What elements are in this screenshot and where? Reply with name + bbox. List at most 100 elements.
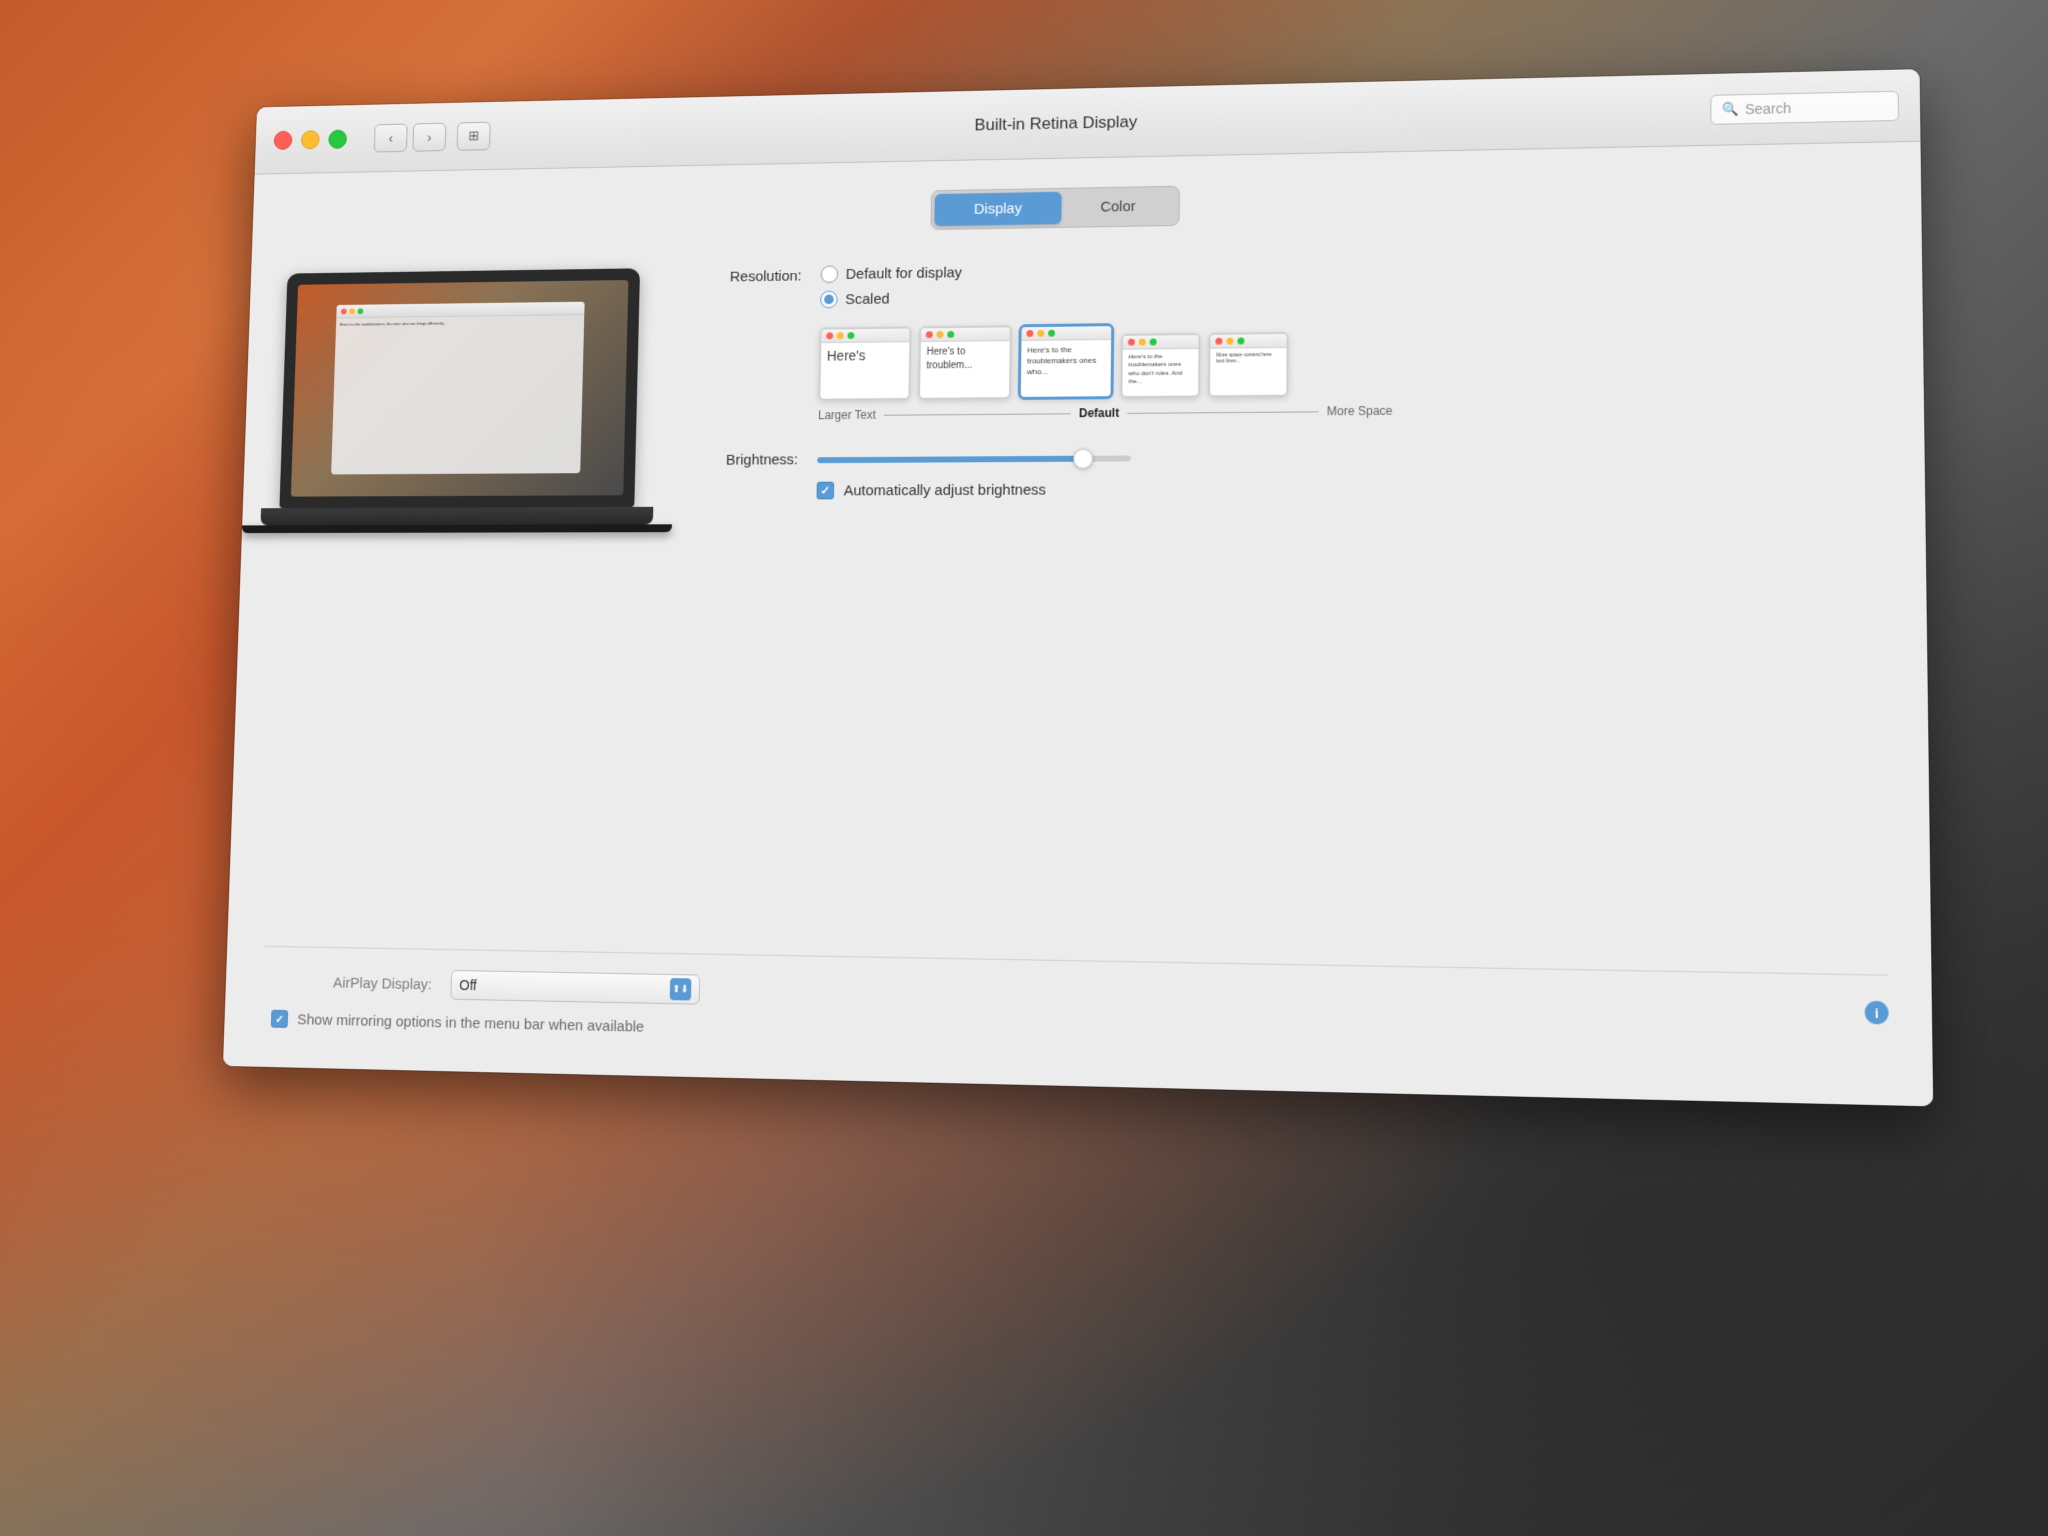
screen-bg: Here's to the troublemakers, the ones wh… [291,280,629,496]
scale-thumb-larger[interactable]: Here's [818,327,911,401]
laptop-foot [242,524,672,533]
thumb-dot-g5 [1237,337,1244,344]
scale-item-larger[interactable]: Here's [818,327,911,401]
radio-scaled[interactable]: Scaled [820,289,962,308]
traffic-lights [274,129,347,149]
search-box[interactable]: 🔍 Search [1710,90,1899,124]
laptop-base [260,506,653,525]
scale-item-medium[interactable]: Here's to troublem... [918,325,1012,399]
info-icon[interactable]: i [1865,1001,1889,1025]
scale-thumb-smaller1[interactable]: Here's to the troublemakers ones who don… [1120,333,1200,398]
connector-line-right [1127,411,1319,413]
radio-default[interactable]: Default for display [821,264,962,284]
minimize-button[interactable] [301,130,320,149]
scale-item-smaller1[interactable]: Here's to the troublemakers ones who don… [1120,333,1200,398]
radio-circle-scaled[interactable] [820,291,838,309]
search-placeholder: Search [1745,100,1791,117]
tab-group: Display Color [931,186,1179,230]
brightness-label: Brightness: [692,452,798,469]
mirroring-checkbox[interactable]: ✓ [271,1010,288,1028]
radio-label-scaled: Scaled [845,290,890,307]
thumb-dot-g4 [1150,338,1157,345]
mini-maximize [357,308,363,314]
thumb-content-smaller1: Here's to the troublemakers ones who don… [1122,349,1198,391]
bottom-section: AirPlay Display: Off ⬆⬇ i ✓ Show mirrori… [261,946,1889,1074]
thumb-dot-r4 [1128,339,1135,346]
scale-labels-row: Larger Text Default More Space [818,404,1393,422]
brightness-row: Brightness: [692,445,1882,469]
radio-inner [824,295,834,305]
thumb-dot-r [826,332,833,339]
brightness-thumb[interactable] [1073,448,1093,468]
settings-panel: Resolution: Default for display [692,250,1883,500]
resolution-section: Resolution: Default for display [693,250,1881,423]
forward-button[interactable]: › [412,122,446,151]
connector-line-left [884,413,1071,415]
airplay-label: AirPlay Display: [263,973,432,993]
thumb-dot-g2 [947,331,954,338]
tab-display[interactable]: Display [935,192,1061,226]
maximize-button[interactable] [328,129,347,148]
thumb-bar-larger [821,329,909,344]
laptop-preview: Here's to the troublemakers, the ones wh… [279,268,640,532]
thumb-dot-r3 [1026,330,1033,337]
nav-buttons: ‹ › ⊞ [374,121,491,152]
scale-thumb-smaller2[interactable]: More space content here text lines... [1208,332,1289,397]
tab-bar: Display Color [289,173,1879,241]
thumb-dot-y [837,332,844,339]
label-more-space: More Space [1327,404,1393,419]
search-icon: 🔍 [1722,101,1739,117]
thumb-content-default: Here's to the troublemakers ones who... [1021,340,1111,382]
content-area: Display Color [223,142,1933,1107]
thumb-dot-y5 [1226,338,1233,345]
thumb-bar-default [1021,326,1111,341]
radio-circle-default[interactable] [821,265,839,283]
window-title: Built-in Retina Display [974,112,1137,135]
scale-thumb-default[interactable]: Here's to the troublemakers ones who... [1019,324,1113,399]
thumb-dot-r2 [926,331,933,338]
thumb-content-larger: Here's [821,342,909,370]
back-button[interactable]: ‹ [374,123,408,152]
auto-brightness-checkbox[interactable]: ✓ [816,482,834,500]
dropdown-arrow-icon: ⬆⬇ [670,978,692,1000]
close-button[interactable] [274,130,293,149]
auto-brightness-label: Automatically adjust brightness [844,481,1046,499]
thumb-dot-r5 [1215,338,1222,345]
tab-color[interactable]: Color [1061,190,1176,224]
thumb-dot-y4 [1139,339,1146,346]
scale-item-smaller2[interactable]: More space content here text lines... [1208,332,1289,397]
settings-window: ‹ › ⊞ Built-in Retina Display 🔍 Search D… [223,69,1933,1106]
label-larger-text: Larger Text [818,408,876,422]
scale-item-default[interactable]: Here's to the troublemakers ones who... [1019,324,1113,399]
radio-label-default: Default for display [846,264,962,282]
radio-options: Default for display Scaled [820,264,962,309]
grid-button[interactable]: ⊞ [457,121,491,150]
brightness-slider[interactable] [817,455,1131,463]
thumb-dot-g3 [1048,330,1055,337]
brightness-section: Brightness: ✓ Automatically adjust brigh… [692,445,1883,500]
scale-thumb-medium[interactable]: Here's to troublem... [918,325,1012,399]
resolution-label: Resolution: [696,266,801,286]
thumb-content-smaller2: More space content here text lines... [1210,348,1286,369]
thumb-dot-y3 [1037,330,1044,337]
thumb-dot-g [847,332,854,339]
main-row: Here's to the troublemakers, the ones wh… [279,250,1883,533]
mini-minimize [349,308,355,314]
thumb-content-medium: Here's to troublem... [920,341,1009,377]
screen-mini-window: Here's to the troublemakers, the ones wh… [331,302,584,475]
thumb-bar-smaller1 [1123,335,1199,350]
laptop-screen: Here's to the troublemakers, the ones wh… [291,280,629,496]
airplay-dropdown[interactable]: Off ⬆⬇ [450,970,700,1005]
thumb-bar-medium [921,327,1010,342]
label-default: Default [1079,406,1119,420]
scale-thumbnails: Here's [818,315,1881,401]
mirroring-label: Show mirroring options in the menu bar w… [297,1011,644,1035]
airplay-value: Off [459,977,477,993]
thumb-dot-y2 [937,331,944,338]
mini-close [341,308,347,314]
laptop-body: Here's to the troublemakers, the ones wh… [279,268,640,507]
auto-brightness-row: ✓ Automatically adjust brightness [816,477,1882,500]
thumb-bar-smaller2 [1210,334,1286,349]
window-wrapper: ‹ › ⊞ Built-in Retina Display 🔍 Search D… [223,69,1933,1106]
mini-content: Here's to the troublemakers, the ones wh… [336,315,584,331]
